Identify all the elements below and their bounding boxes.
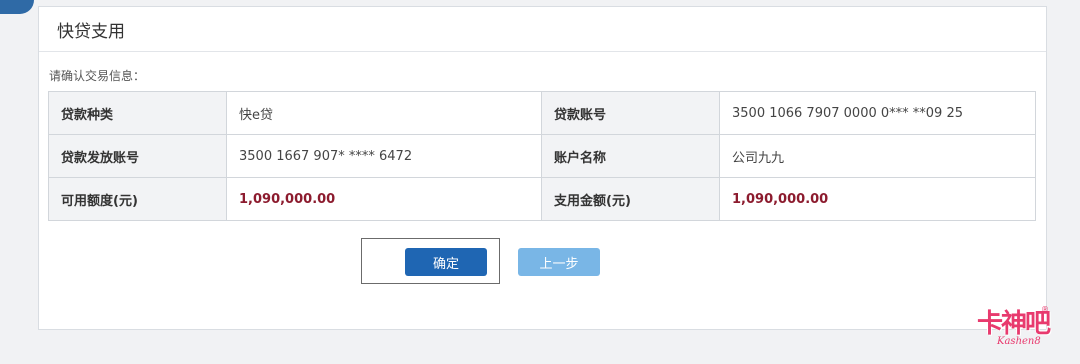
label-drawdown-amount: 支用金额(元) (541, 177, 720, 221)
value-drawdown-amount: 1,090,000.00 (719, 177, 1036, 221)
value-loan-type: 快e贷 (226, 91, 542, 135)
page-title: 快贷支用 (57, 21, 125, 42)
label-account-name: 账户名称 (541, 134, 720, 178)
confirm-button[interactable]: 确定 (405, 248, 487, 276)
corner-decoration (0, 0, 34, 14)
watermark-subtext: Kashen8 (997, 336, 1041, 347)
table-row: 可用额度(元) 1,090,000.00 支用金额(元) 1,090,000.0… (48, 177, 1036, 221)
watermark-logo-text: 卡神吧 (977, 309, 1051, 339)
value-loan-account: 3500 1066 7907 0000 0*** **09 25 (719, 91, 1036, 135)
registered-mark: ® (1041, 305, 1049, 314)
transaction-info-table: 贷款种类 快e贷 贷款账号 3500 1066 7907 0000 0*** *… (48, 91, 1036, 221)
loan-drawdown-panel: 快贷支用 请确认交易信息： 贷款种类 快e贷 贷款账号 3500 1066 79… (38, 6, 1047, 330)
table-row: 贷款发放账号 3500 1667 907* **** 6472 账户名称 公司九… (48, 134, 1036, 178)
value-available-limit: 1,090,000.00 (226, 177, 542, 221)
table-row: 贷款种类 快e贷 贷款账号 3500 1066 7907 0000 0*** *… (48, 91, 1036, 135)
value-account-name: 公司九九 (719, 134, 1036, 178)
panel-header: 快贷支用 (39, 7, 1046, 52)
value-disbursement-account: 3500 1667 907* **** 6472 (226, 134, 542, 178)
confirm-prompt: 请确认交易信息： (49, 69, 146, 83)
label-disbursement-account: 贷款发放账号 (48, 134, 227, 178)
label-loan-type: 贷款种类 (48, 91, 227, 135)
watermark-logo: 卡神吧 ® Kashen8 (975, 301, 1055, 357)
label-loan-account: 贷款账号 (541, 91, 720, 135)
label-available-limit: 可用额度(元) (48, 177, 227, 221)
previous-step-button[interactable]: 上一步 (518, 248, 600, 276)
